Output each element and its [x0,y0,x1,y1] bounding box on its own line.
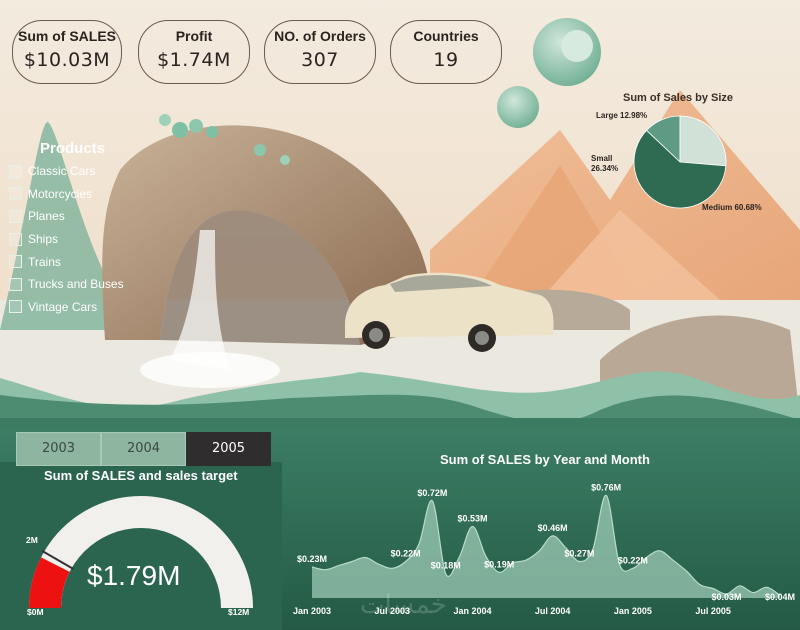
x-tick-label: Jan 2004 [453,606,491,616]
kpi-value: 19 [433,49,459,71]
products-title: Products [40,140,106,157]
kpi-label: NO. of Orders [274,28,366,44]
checkbox-icon[interactable] [9,209,22,223]
gauge-max-label: $12M [228,607,250,617]
product-option-planes[interactable]: Planes [6,205,136,228]
pie-label-medium: Medium 60.68% [702,203,762,212]
x-tick-label: Jan 2005 [614,606,652,616]
data-label: $0.04M [765,592,795,602]
product-option-ships[interactable]: Ships [6,228,136,251]
pie-chart-title: Sum of Sales by Size [623,92,734,104]
pie-slice-small [679,115,727,167]
kpi-card-sales: Sum of SALES $10.03M [12,20,122,84]
product-option-motorcycles[interactable]: Motorcycles [6,183,136,206]
checkbox-icon[interactable] [9,255,22,269]
kpi-label: Countries [413,28,479,44]
data-label: $0.27M [564,549,594,559]
data-label: $0.19M [484,559,514,569]
kpi-card-orders: NO. of Orders 307 [264,20,376,84]
x-tick-label: Jul 2005 [695,606,731,616]
x-tick-label: Jan 2003 [293,606,331,616]
products-slicer: Products Classic Cars Motorcycles Planes… [6,140,136,318]
x-tick-label: Jul 2004 [535,606,571,616]
product-label: Motorcycles [28,186,93,201]
kpi-value: 307 [301,49,339,71]
data-label: $0.18M [431,561,461,571]
data-label: $0.72M [417,488,447,498]
kpi-card-profit: Profit $1.74M [138,20,250,84]
data-label: $0.53M [457,513,487,523]
product-option-trucks-and-buses[interactable]: Trucks and Buses [6,273,136,296]
checkbox-icon[interactable] [9,232,22,246]
product-label: Ships [28,232,59,247]
product-option-trains[interactable]: Trains [6,250,136,273]
area-series-fill [312,495,780,598]
product-option-vintage-cars[interactable]: Vintage Cars [6,296,136,319]
kpi-value: $10.03M [23,49,111,71]
tab-year-2005[interactable]: 2005 [186,432,271,466]
data-label: $0.03M [711,592,741,602]
kpi-value: $1.74M [157,49,231,71]
product-label: Trains [28,254,61,269]
kpi-card-countries: Countries 19 [390,20,502,84]
product-label: Trucks and Buses [28,277,124,292]
checkbox-icon[interactable] [9,164,22,178]
area-chart-title: Sum of SALES by Year and Month [440,452,650,467]
product-label: Planes [28,209,65,224]
gauge-value: $1.79M [87,560,181,591]
year-tabs: 2003 2004 2005 [16,432,271,466]
gauge-min-label: $0M [27,607,44,617]
gauge-target-label: 2M [26,535,38,545]
data-label: $0.22M [618,555,648,565]
data-label: $0.23M [297,554,327,564]
data-label: $0.22M [391,549,421,559]
data-label: $0.46M [538,523,568,533]
checkbox-icon[interactable] [9,300,22,314]
sales-by-size-pie-chart [633,115,727,209]
kpi-label: Sum of SALES [17,28,116,44]
product-option-classic-cars[interactable]: Classic Cars [6,160,136,183]
watermark: خمسات [360,590,447,620]
tab-year-2004[interactable]: 2004 [101,432,186,466]
product-label: Classic Cars [28,164,96,179]
pie-label-large: Large 12.98% [596,111,648,120]
data-label: $0.76M [591,482,621,492]
kpi-label: Profit [175,28,213,44]
checkbox-icon[interactable] [9,187,22,201]
checkbox-icon[interactable] [9,277,22,291]
product-label: Vintage Cars [28,299,98,314]
pie-label-small: Small 26.34% [591,154,619,173]
tab-year-2003[interactable]: 2003 [16,432,101,466]
